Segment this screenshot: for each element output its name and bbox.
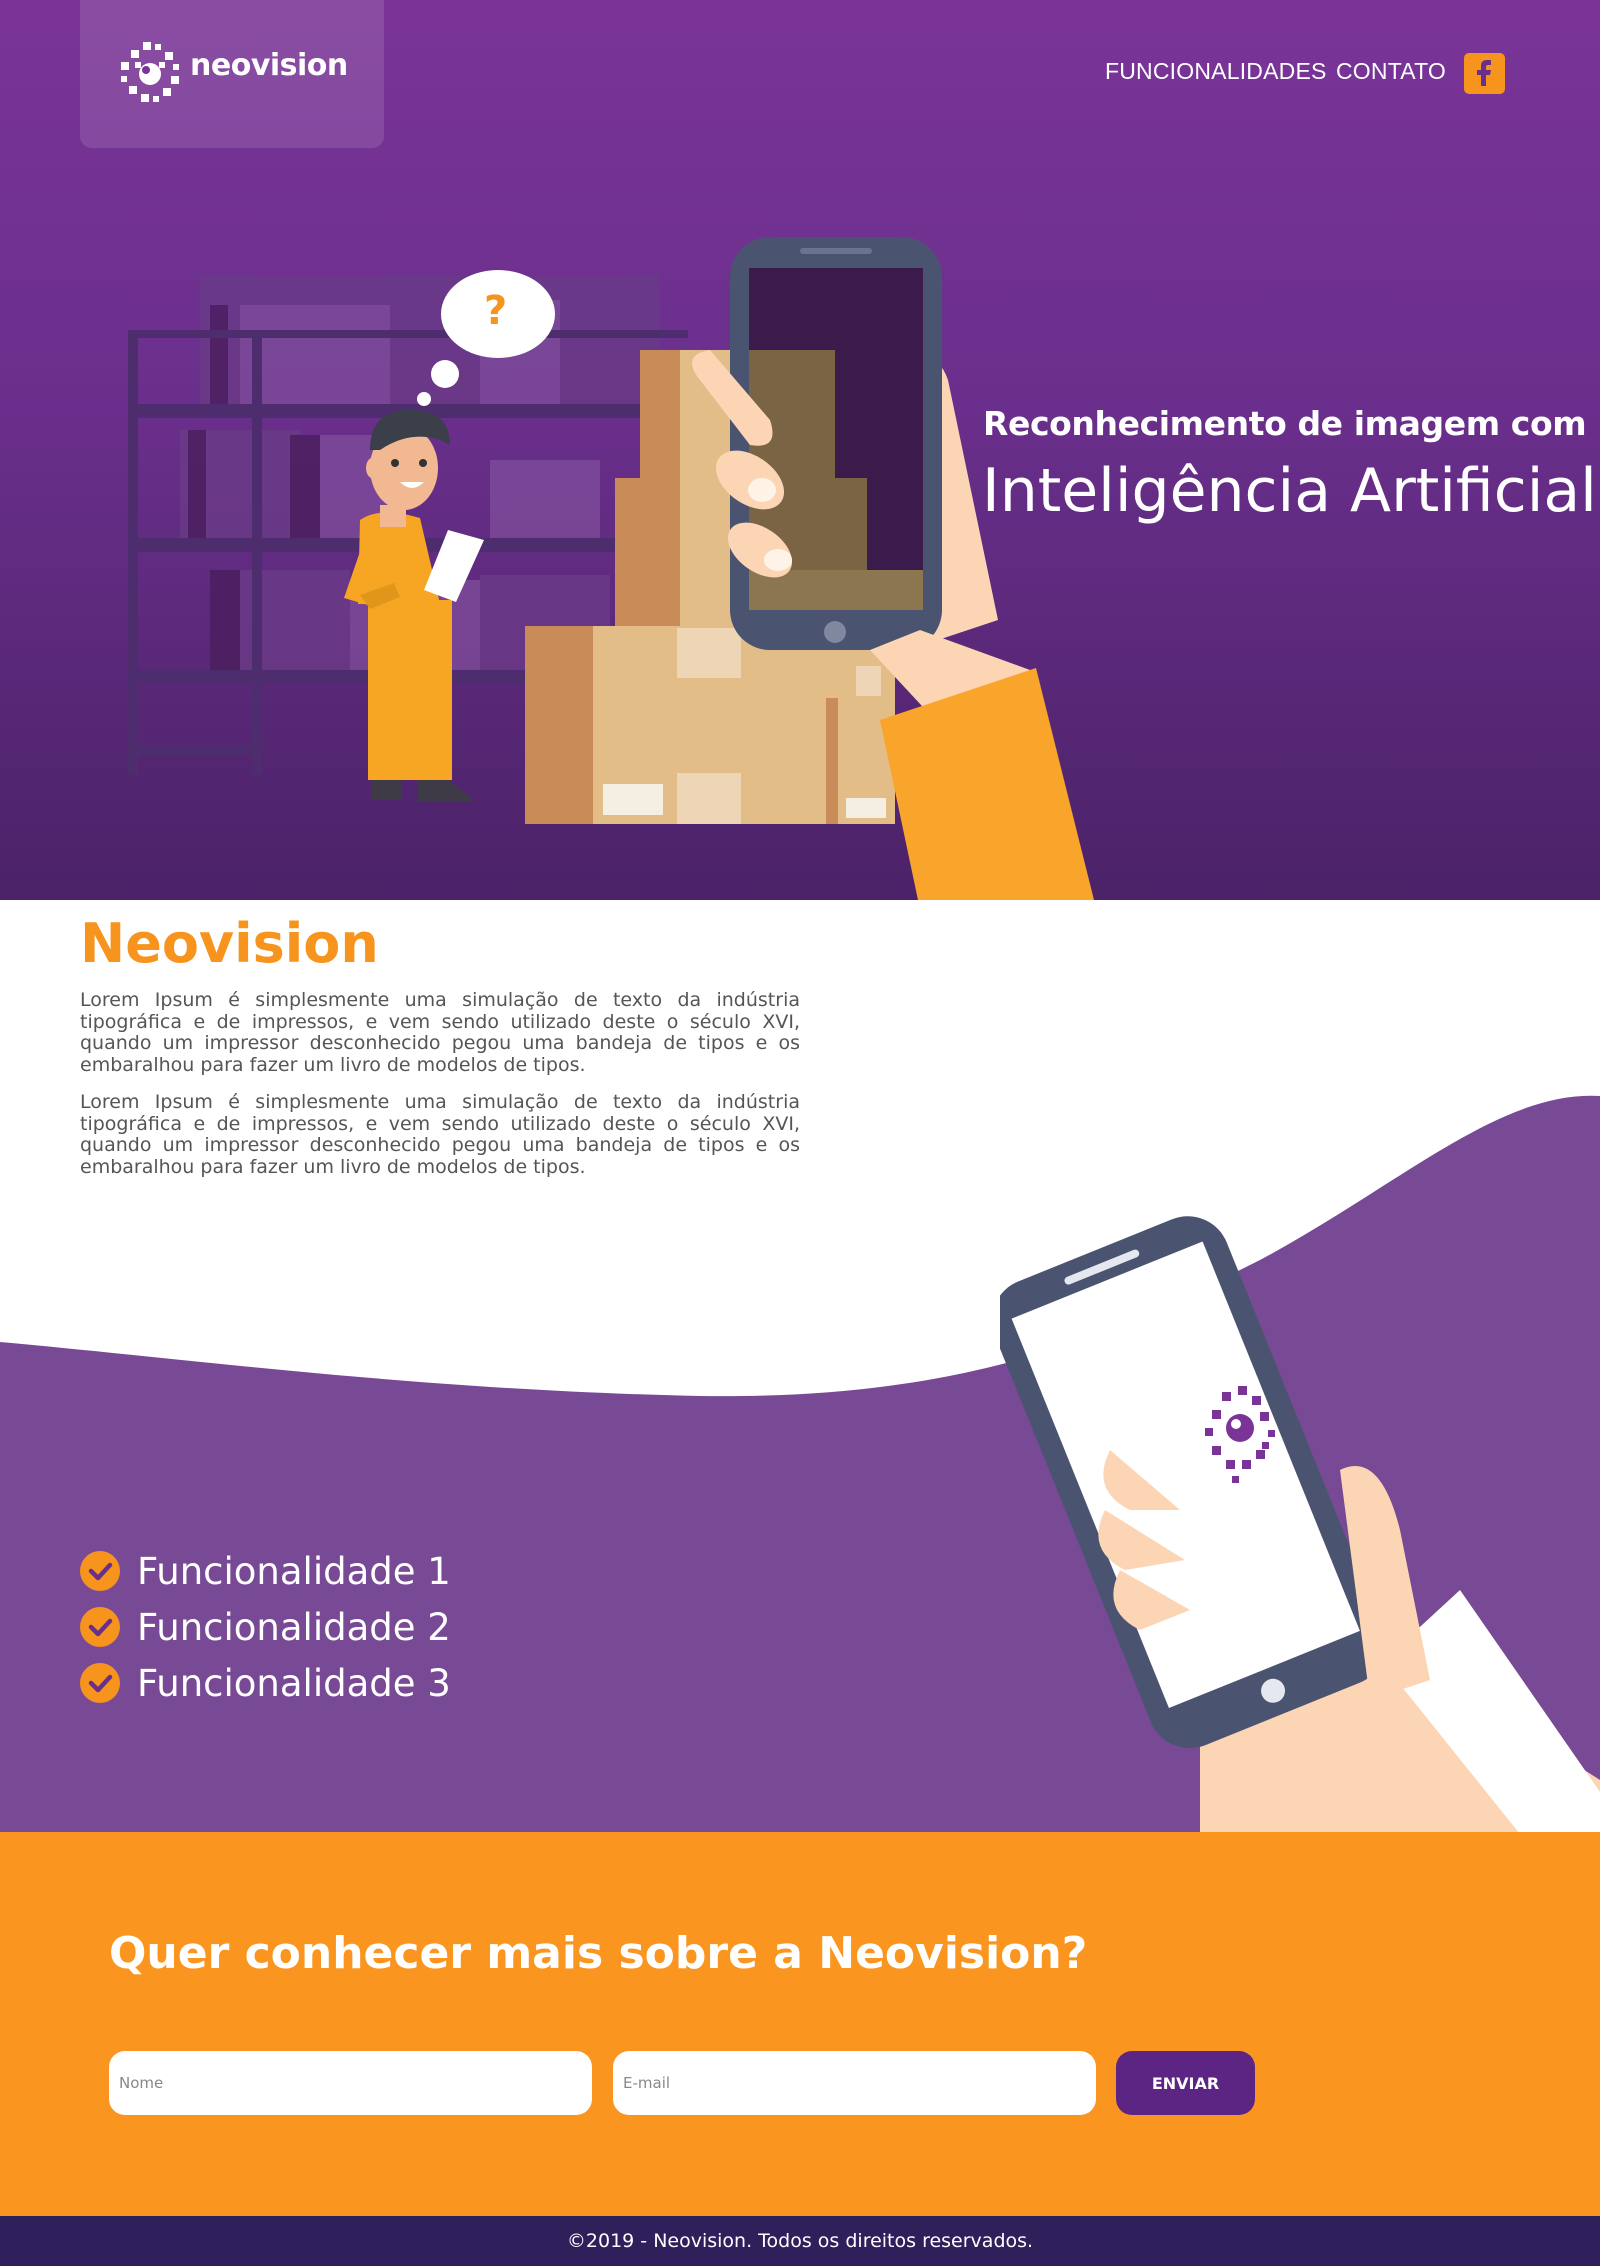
email-input[interactable] bbox=[613, 2051, 1096, 2115]
send-button[interactable]: ENVIAR bbox=[1116, 2051, 1255, 2115]
contact-section bbox=[0, 1832, 1600, 2216]
nav-link-contato[interactable]: CONTATO bbox=[1336, 58, 1446, 85]
nav-link-funcionalidades[interactable]: FUNCIONALIDADES bbox=[1105, 58, 1327, 85]
about-paragraph: Lorem Ipsum é simplesmente uma simulação… bbox=[80, 989, 800, 1076]
feature-item: Funcionalidade 1 bbox=[80, 1548, 451, 1594]
feature-label: Funcionalidade 2 bbox=[137, 1605, 451, 1649]
feature-item: Funcionalidade 2 bbox=[80, 1604, 451, 1650]
footer-copyright: ©2019 - Neovision. Todos os direitos res… bbox=[566, 2230, 1034, 2252]
question-mark: ? bbox=[484, 288, 508, 334]
about-title: Neovision bbox=[80, 912, 379, 975]
hero-section: neovision FUNCIONALIDADES CONTATO ? Reco… bbox=[0, 0, 1600, 900]
hero-title: Inteligência Artificial bbox=[982, 456, 1597, 526]
check-icon bbox=[80, 1663, 120, 1703]
feature-item: Funcionalidade 3 bbox=[80, 1660, 451, 1706]
feature-label: Funcionalidade 3 bbox=[137, 1661, 451, 1705]
logo-text: neovision bbox=[190, 48, 348, 83]
contact-title: Quer conhecer mais sobre a Neovision? bbox=[109, 1928, 1088, 1979]
hero-subtitle: Reconhecimento de imagem com bbox=[983, 404, 1587, 443]
neovision-logo-icon bbox=[121, 42, 179, 102]
name-input[interactable] bbox=[109, 2051, 592, 2115]
feature-label: Funcionalidade 1 bbox=[137, 1549, 451, 1593]
check-icon bbox=[80, 1551, 120, 1591]
hand-phone-illustration bbox=[1000, 1216, 1600, 1834]
check-icon bbox=[80, 1607, 120, 1647]
facebook-icon bbox=[1477, 60, 1491, 86]
facebook-button[interactable] bbox=[1464, 53, 1505, 94]
